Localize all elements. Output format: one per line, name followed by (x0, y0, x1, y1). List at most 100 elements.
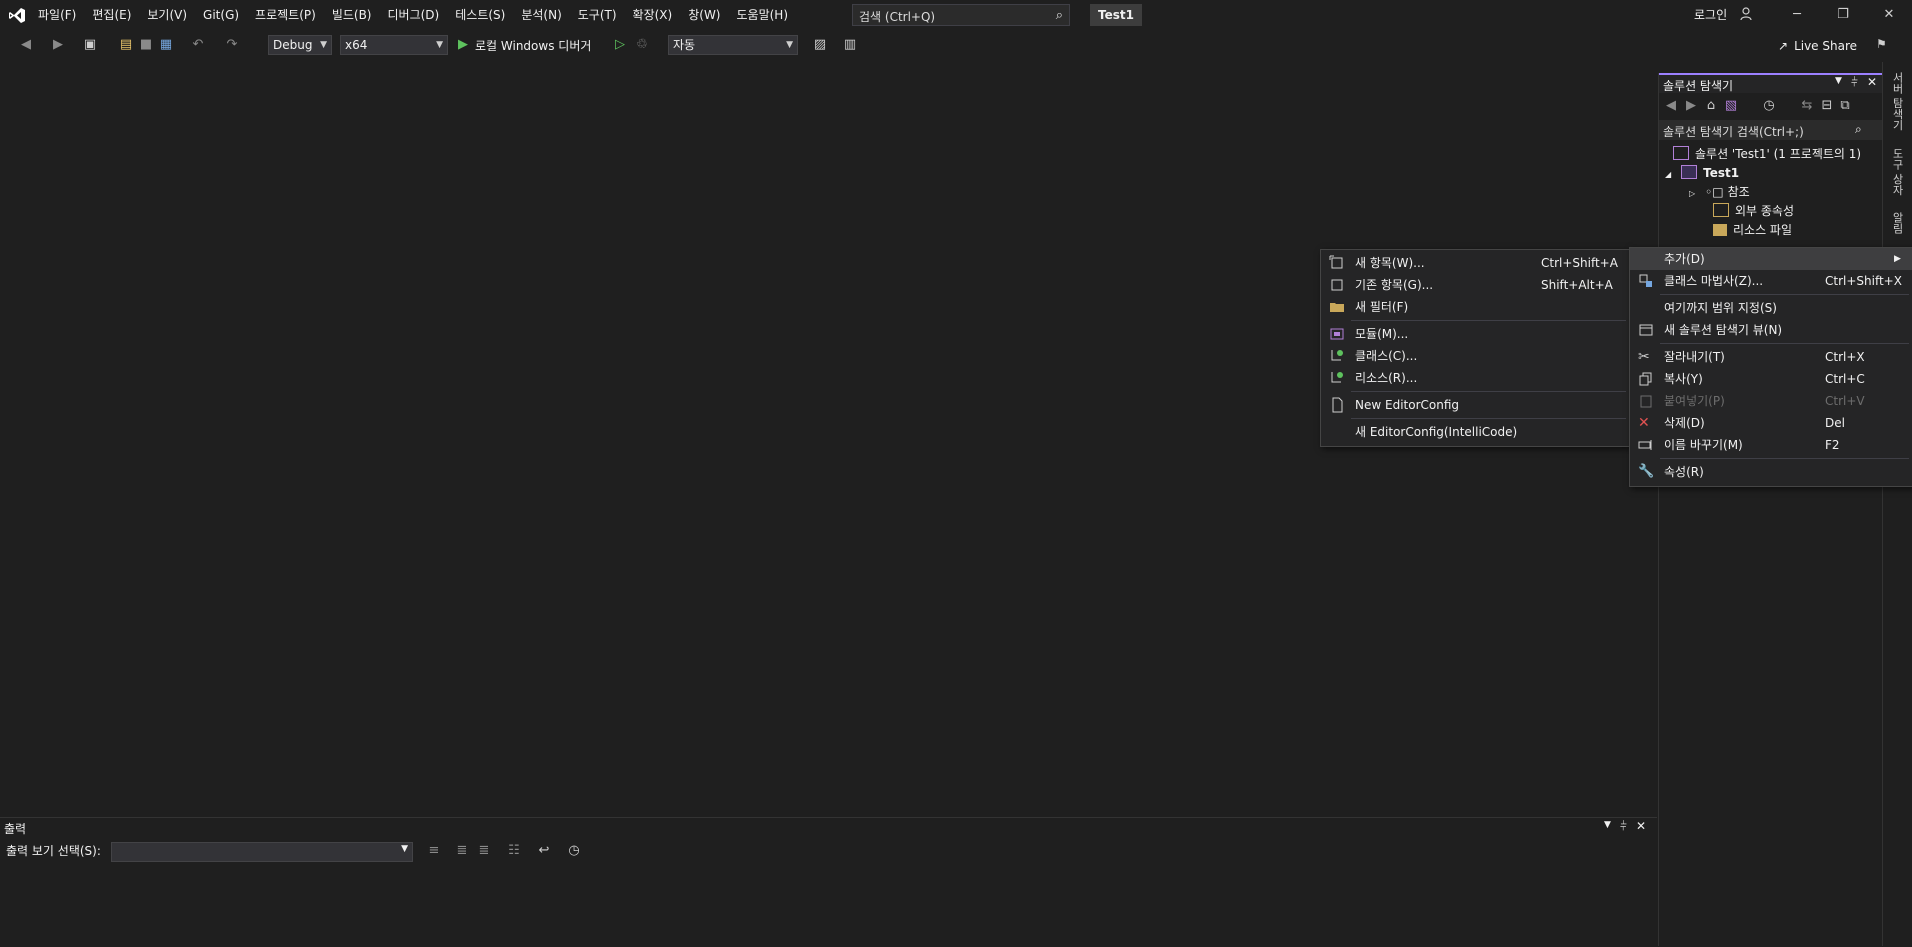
minimize-button[interactable]: ─ (1774, 0, 1820, 30)
start-debug-icon[interactable]: ▶ (455, 37, 471, 53)
clear-all-icon[interactable]: ☷ (506, 843, 522, 859)
paste-icon (1638, 393, 1654, 409)
submenu-module[interactable]: 모듈(M)... (1321, 323, 1630, 345)
close-panel-icon[interactable]: ✕ (1867, 75, 1877, 89)
save-all-icon[interactable]: ▦ (158, 37, 174, 53)
browse-icon[interactable]: ▨ (812, 37, 828, 53)
tree-item-solution[interactable]: 솔루션 'Test1' (1 프로젝트의 1) (1673, 145, 1861, 164)
menu-help[interactable]: 도움말(H) (729, 0, 797, 30)
layout-icon[interactable]: ▥ (842, 37, 858, 53)
feedback-icon[interactable]: ⚑ (1876, 37, 1887, 51)
menu-project[interactable]: 프로젝트(P) (247, 0, 324, 30)
context-menu: 추가(D) ▶ 클래스 마법사(Z)... Ctrl+Shift+X 여기까지 … (1629, 247, 1912, 487)
menu-git[interactable]: Git(G) (195, 0, 247, 30)
submenu-new-filter[interactable]: 새 필터(F) (1321, 296, 1630, 318)
forward-icon[interactable]: ▶ (50, 37, 66, 53)
submenu-label: 새 필터(F) (1355, 300, 1409, 314)
tree-item-references[interactable]: ▷ ◦□ 참조 (1689, 183, 1750, 202)
collapsed-chevron-icon[interactable]: ▷ (1689, 189, 1695, 198)
forward-icon[interactable]: ▶ (1683, 98, 1699, 114)
menu-copy[interactable]: 복사(Y) Ctrl+C (1630, 368, 1912, 390)
menu-add[interactable]: 추가(D) ▶ (1630, 248, 1912, 270)
menu-file[interactable]: 파일(F) (30, 0, 84, 30)
pin-icon[interactable]: ⫩ (1620, 819, 1627, 834)
pin-icon[interactable]: ⫩ (1851, 75, 1858, 90)
hot-reload-icon[interactable]: ♲ (634, 37, 650, 53)
menu-extensions[interactable]: 확장(X) (625, 0, 681, 30)
start-without-debug-icon[interactable]: ▷ (612, 37, 628, 53)
menu-paste[interactable]: 붙여넣기(P) Ctrl+V (1630, 390, 1912, 412)
close-window-button[interactable]: ✕ (1866, 0, 1912, 30)
server-explorer-tab[interactable]: 서버 탐색기 (1889, 72, 1905, 131)
login-link[interactable]: 로그인 (1694, 0, 1727, 30)
submenu-new-editorconfig-intellicode[interactable]: 새 EditorConfig(IntelliCode) (1321, 421, 1630, 443)
submenu-class[interactable]: 클래스(C)... (1321, 345, 1630, 367)
notifications-tab[interactable]: 알림 (1889, 212, 1905, 234)
submenu-label: 클래스(C)... (1355, 349, 1418, 363)
submenu-new-item[interactable]: 새 항목(W)... Ctrl+Shift+A (1321, 252, 1630, 274)
tree-item-project[interactable]: ◢ Test1 (1665, 164, 1739, 183)
menu-delete[interactable]: ✕ 삭제(D) Del (1630, 412, 1912, 434)
expand-chevron-icon[interactable]: ◢ (1665, 170, 1671, 179)
submenu-label: 새 항목(W)... (1355, 256, 1425, 270)
sync-icon[interactable]: ⇆ (1799, 98, 1815, 114)
menu-scope-to-this[interactable]: 여기까지 범위 지정(S) (1630, 297, 1912, 319)
panel-dropdown-icon[interactable]: ▼ (1835, 76, 1842, 86)
live-share-button[interactable]: ↗ Live Share (1778, 31, 1857, 61)
tree-item-resource-files[interactable]: 리소스 파일 (1713, 221, 1792, 240)
switch-views-icon[interactable]: ▧ (1723, 98, 1739, 114)
toolbox-tab[interactable]: 도구 상자 (1889, 148, 1905, 196)
account-icon[interactable] (1738, 6, 1754, 22)
submenu-new-editorconfig[interactable]: New EditorConfig (1321, 394, 1630, 416)
run-debugger-button[interactable]: 로컬 Windows 디버거 (475, 31, 591, 61)
tree-item-external-deps[interactable]: 외부 종속성 (1713, 202, 1794, 221)
menu-debug[interactable]: 디버그(D) (380, 0, 448, 30)
redo-icon[interactable]: ↷ (224, 37, 240, 53)
submenu-label: New EditorConfig (1355, 398, 1460, 412)
menu-analyze[interactable]: 분석(N) (513, 0, 569, 30)
prev-message-icon[interactable]: ≣ (454, 843, 470, 859)
pending-changes-icon[interactable]: ◷ (1761, 98, 1777, 114)
restore-button[interactable]: ❐ (1820, 0, 1866, 30)
output-source-select[interactable]: ▼ (111, 842, 413, 862)
submenu-existing-item[interactable]: 기존 항목(G)... Shift+Alt+A (1321, 274, 1630, 296)
next-message-icon[interactable]: ≣ (476, 843, 492, 859)
menu-edit[interactable]: 편집(E) (84, 0, 139, 30)
word-wrap-icon[interactable]: ↩ (536, 843, 552, 859)
menu-class-wizard[interactable]: 클래스 마법사(Z)... Ctrl+Shift+X (1630, 270, 1912, 292)
find-message-icon[interactable]: ≡ (426, 843, 442, 859)
platform-select[interactable]: x64 ▼ (340, 35, 448, 55)
submenu-resource[interactable]: 리소스(R)... (1321, 367, 1630, 389)
show-all-files-icon[interactable]: ⧉ (1837, 98, 1853, 114)
back-icon[interactable]: ◀ (1663, 98, 1679, 114)
menu-properties[interactable]: 🔧 속성(R) (1630, 461, 1912, 483)
back-icon[interactable]: ◀ (18, 37, 34, 53)
class-icon (1329, 348, 1345, 364)
open-folder-icon[interactable]: ▤ (118, 37, 134, 53)
menu-view[interactable]: 보기(V) (139, 0, 195, 30)
save-icon[interactable]: ■ (138, 37, 154, 53)
references-icon: ◦□ (1705, 185, 1724, 199)
solution-explorer-search-input[interactable]: 솔루션 탐색기 검색(Ctrl+;) ⌕ (1659, 120, 1883, 140)
visual-studio-logo-icon[interactable] (8, 7, 26, 24)
search-icon[interactable]: ⌕ (1056, 8, 1063, 23)
configuration-select[interactable]: Debug ▼ (268, 35, 332, 55)
timestamp-icon[interactable]: ◷ (566, 843, 582, 859)
close-panel-icon[interactable]: ✕ (1636, 819, 1646, 833)
new-project-icon[interactable]: ▣ (82, 37, 98, 53)
menu-window[interactable]: 창(W) (680, 0, 728, 30)
collapse-all-icon[interactable]: ⊟ (1819, 98, 1835, 114)
global-search-input[interactable]: 검색 (Ctrl+Q) ⌕ (852, 4, 1070, 26)
menu-new-explorer-view[interactable]: 새 솔루션 탐색기 뷰(N) (1630, 319, 1912, 341)
menu-rename[interactable]: 이름 바꾸기(M) F2 (1630, 434, 1912, 456)
panel-dropdown-icon[interactable]: ▼ (1604, 820, 1611, 830)
menu-cut[interactable]: ✂ 잘라내기(T) Ctrl+X (1630, 346, 1912, 368)
search-icon[interactable]: ⌕ (1855, 122, 1862, 137)
menu-tools[interactable]: 도구(T) (570, 0, 625, 30)
menu-build[interactable]: 빌드(B) (324, 0, 380, 30)
menu-test[interactable]: 테스트(S) (447, 0, 513, 30)
home-icon[interactable]: ⌂ (1703, 98, 1719, 114)
folder-icon (1713, 224, 1727, 236)
target-select[interactable]: 자동 ▼ (668, 35, 798, 55)
undo-icon[interactable]: ↶ (190, 37, 206, 53)
